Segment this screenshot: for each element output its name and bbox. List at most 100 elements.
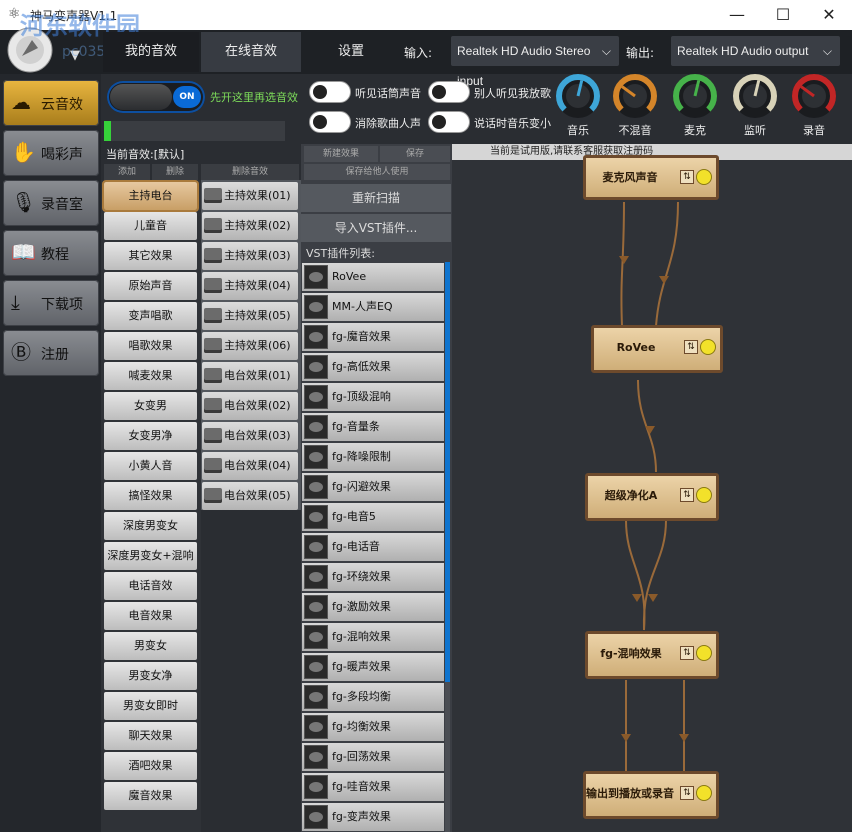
effect-item[interactable]: 电话音效 [104, 572, 197, 600]
effect-item[interactable]: 深度男变女+混响 [104, 542, 197, 570]
effect-item[interactable]: 变声唱歌 [104, 302, 197, 330]
tab-online-effects[interactable]: 在线音效 [201, 32, 301, 72]
effect-item[interactable]: 男变女净 [104, 662, 197, 690]
vst-plugin-item[interactable]: fg-音量条 [302, 413, 444, 441]
sidebar-item-0[interactable]: ☁ 云音效 [3, 80, 99, 126]
input-device-select[interactable]: Realtek HD Audio Stereo input ⌵ [451, 36, 619, 88]
equalizer-icon[interactable]: ⇅ [680, 488, 694, 502]
effect-item[interactable]: 电音效果 [104, 602, 197, 630]
preset-item[interactable]: 电台效果(02) [202, 392, 298, 420]
effect-item[interactable]: 男变女即时 [104, 692, 197, 720]
toggle-switch[interactable] [309, 111, 351, 133]
knob-label: 音乐 [567, 124, 589, 137]
output-device-select[interactable]: Realtek HD Audio output ⌵ [671, 36, 840, 66]
vst-plugin-item[interactable]: fg-顶级混响 [302, 383, 444, 411]
preset-item[interactable]: 电台效果(01) [202, 362, 298, 390]
vst-plugin-item[interactable]: fg-均衡效果 [302, 713, 444, 741]
effect-item[interactable]: 原始声音 [104, 272, 197, 300]
chain-node[interactable]: RoVee ⇅ [591, 325, 723, 373]
equalizer-icon[interactable]: ⇅ [684, 340, 698, 354]
save-share-button[interactable]: 保存给他人使用 [304, 164, 450, 180]
effect-item[interactable]: 聊天效果 [104, 722, 197, 750]
vst-plugin-item[interactable]: fg-哇音效果 [302, 773, 444, 801]
vst-plugin-item[interactable]: fg-多段均衡 [302, 683, 444, 711]
sidebar-item-5[interactable]: Ⓑ 注册 [3, 330, 99, 376]
toggle-switch[interactable] [309, 81, 351, 103]
tab-settings[interactable]: 设置 [318, 32, 384, 72]
tab-local-effects[interactable]: 我的音效 [103, 32, 199, 72]
preset-item[interactable]: 电台效果(03) [202, 422, 298, 450]
vst-plugin-item[interactable]: fg-高低效果 [302, 353, 444, 381]
toggle-switch[interactable] [428, 111, 470, 133]
vst-plugin-item[interactable]: fg-混响效果 [302, 623, 444, 651]
sidebar-item-1[interactable]: ✋ 喝彩声 [3, 130, 99, 176]
new-effect-button[interactable]: 新建效果 [304, 146, 378, 162]
preset-item[interactable]: 主持效果(03) [202, 242, 298, 270]
preset-item[interactable]: 主持效果(01) [202, 182, 298, 210]
effect-item[interactable]: 酒吧效果 [104, 752, 197, 780]
vst-scrollbar-thumb[interactable] [445, 262, 450, 682]
sidebar-item-label: 录音室 [41, 197, 83, 213]
volume-knob-3[interactable]: 监听 [730, 70, 780, 140]
vst-plugin-item[interactable]: fg-魔音效果 [302, 323, 444, 351]
minimize-button[interactable]: — [714, 0, 760, 30]
vst-plugin-item[interactable]: fg-降噪限制 [302, 443, 444, 471]
toggle-switch[interactable] [428, 81, 470, 103]
sidebar-item-label: 教程 [41, 247, 69, 263]
equalizer-icon[interactable]: ⇅ [680, 170, 694, 184]
vst-plugin-item[interactable]: fg-电音5 [302, 503, 444, 531]
preset-label: 主持效果(06) [224, 339, 291, 352]
maximize-button[interactable]: ☐ [760, 0, 806, 30]
vst-scrollbar[interactable] [445, 262, 450, 832]
vst-plugin-item[interactable]: fg-变声效果 [302, 803, 444, 831]
effect-item[interactable]: 女变男 [104, 392, 197, 420]
equalizer-icon[interactable]: ⇅ [680, 646, 694, 660]
effect-item[interactable]: 女变男净 [104, 422, 197, 450]
equalizer-icon[interactable]: ⇅ [680, 786, 694, 800]
effect-item[interactable]: 深度男变女 [104, 512, 197, 540]
preset-item[interactable]: 主持效果(06) [202, 332, 298, 360]
preset-item[interactable]: 主持效果(05) [202, 302, 298, 330]
hands-icon: ✋ [11, 140, 36, 164]
effect-item[interactable]: 搞怪效果 [104, 482, 197, 510]
volume-knob-0[interactable]: 音乐 [553, 70, 603, 140]
vst-plugin-item[interactable]: fg-闪避效果 [302, 473, 444, 501]
volume-knob-2[interactable]: 麦克 [670, 70, 720, 140]
chain-node[interactable]: fg-混响效果 ⇅ [585, 631, 719, 679]
voice-changer-toggle[interactable]: ON [107, 81, 205, 113]
delete-button[interactable]: 删除 [152, 164, 198, 180]
vst-plugin-item[interactable]: fg-回荡效果 [302, 743, 444, 771]
volume-knob-1[interactable]: 不混音 [610, 70, 660, 140]
effect-item[interactable]: 魔音效果 [104, 782, 197, 810]
import-vst-button[interactable]: 导入VST插件... [301, 214, 451, 242]
effect-item[interactable]: 唱歌效果 [104, 332, 197, 360]
preset-item[interactable]: 主持效果(02) [202, 212, 298, 240]
sidebar-item-4[interactable]: ⤓ 下载项 [3, 280, 99, 326]
close-button[interactable]: ✕ [806, 0, 852, 30]
vst-plugin-item[interactable]: RoVee [302, 263, 444, 291]
effect-item[interactable]: 喊麦效果 [104, 362, 197, 390]
vst-plugin-item[interactable]: fg-激励效果 [302, 593, 444, 621]
sidebar-item-2[interactable]: 🎙 录音室 [3, 180, 99, 226]
vst-plugin-item[interactable]: fg-电话音 [302, 533, 444, 561]
preset-item[interactable]: 主持效果(04) [202, 272, 298, 300]
preset-item[interactable]: 电台效果(04) [202, 452, 298, 480]
add-button[interactable]: 添加 [104, 164, 150, 180]
vst-plugin-item[interactable]: MM-人声EQ [302, 293, 444, 321]
save-button[interactable]: 保存 [380, 146, 450, 162]
chain-node[interactable]: 超级净化A ⇅ [585, 473, 719, 521]
volume-knob-4[interactable]: 录音 [789, 70, 839, 140]
effect-item[interactable]: 小黄人音 [104, 452, 197, 480]
effect-item[interactable]: 其它效果 [104, 242, 197, 270]
effect-item[interactable]: 儿童音 [104, 212, 197, 240]
vst-plugin-item[interactable]: fg-环绕效果 [302, 563, 444, 591]
effect-item[interactable]: 男变女 [104, 632, 197, 660]
rescan-button[interactable]: 重新扫描 [301, 184, 451, 212]
chain-node[interactable]: 麦克风声音 ⇅ [583, 155, 719, 200]
preset-item[interactable]: 电台效果(05) [202, 482, 298, 510]
effect-item[interactable]: 主持电台 [102, 180, 199, 212]
vst-plugin-item[interactable]: fg-暖声效果 [302, 653, 444, 681]
sidebar-item-3[interactable]: 📖 教程 [3, 230, 99, 276]
chain-node[interactable]: 输出到播放或录音 ⇅ [583, 771, 719, 819]
delete-effect-button[interactable]: 删除音效 [201, 164, 299, 180]
